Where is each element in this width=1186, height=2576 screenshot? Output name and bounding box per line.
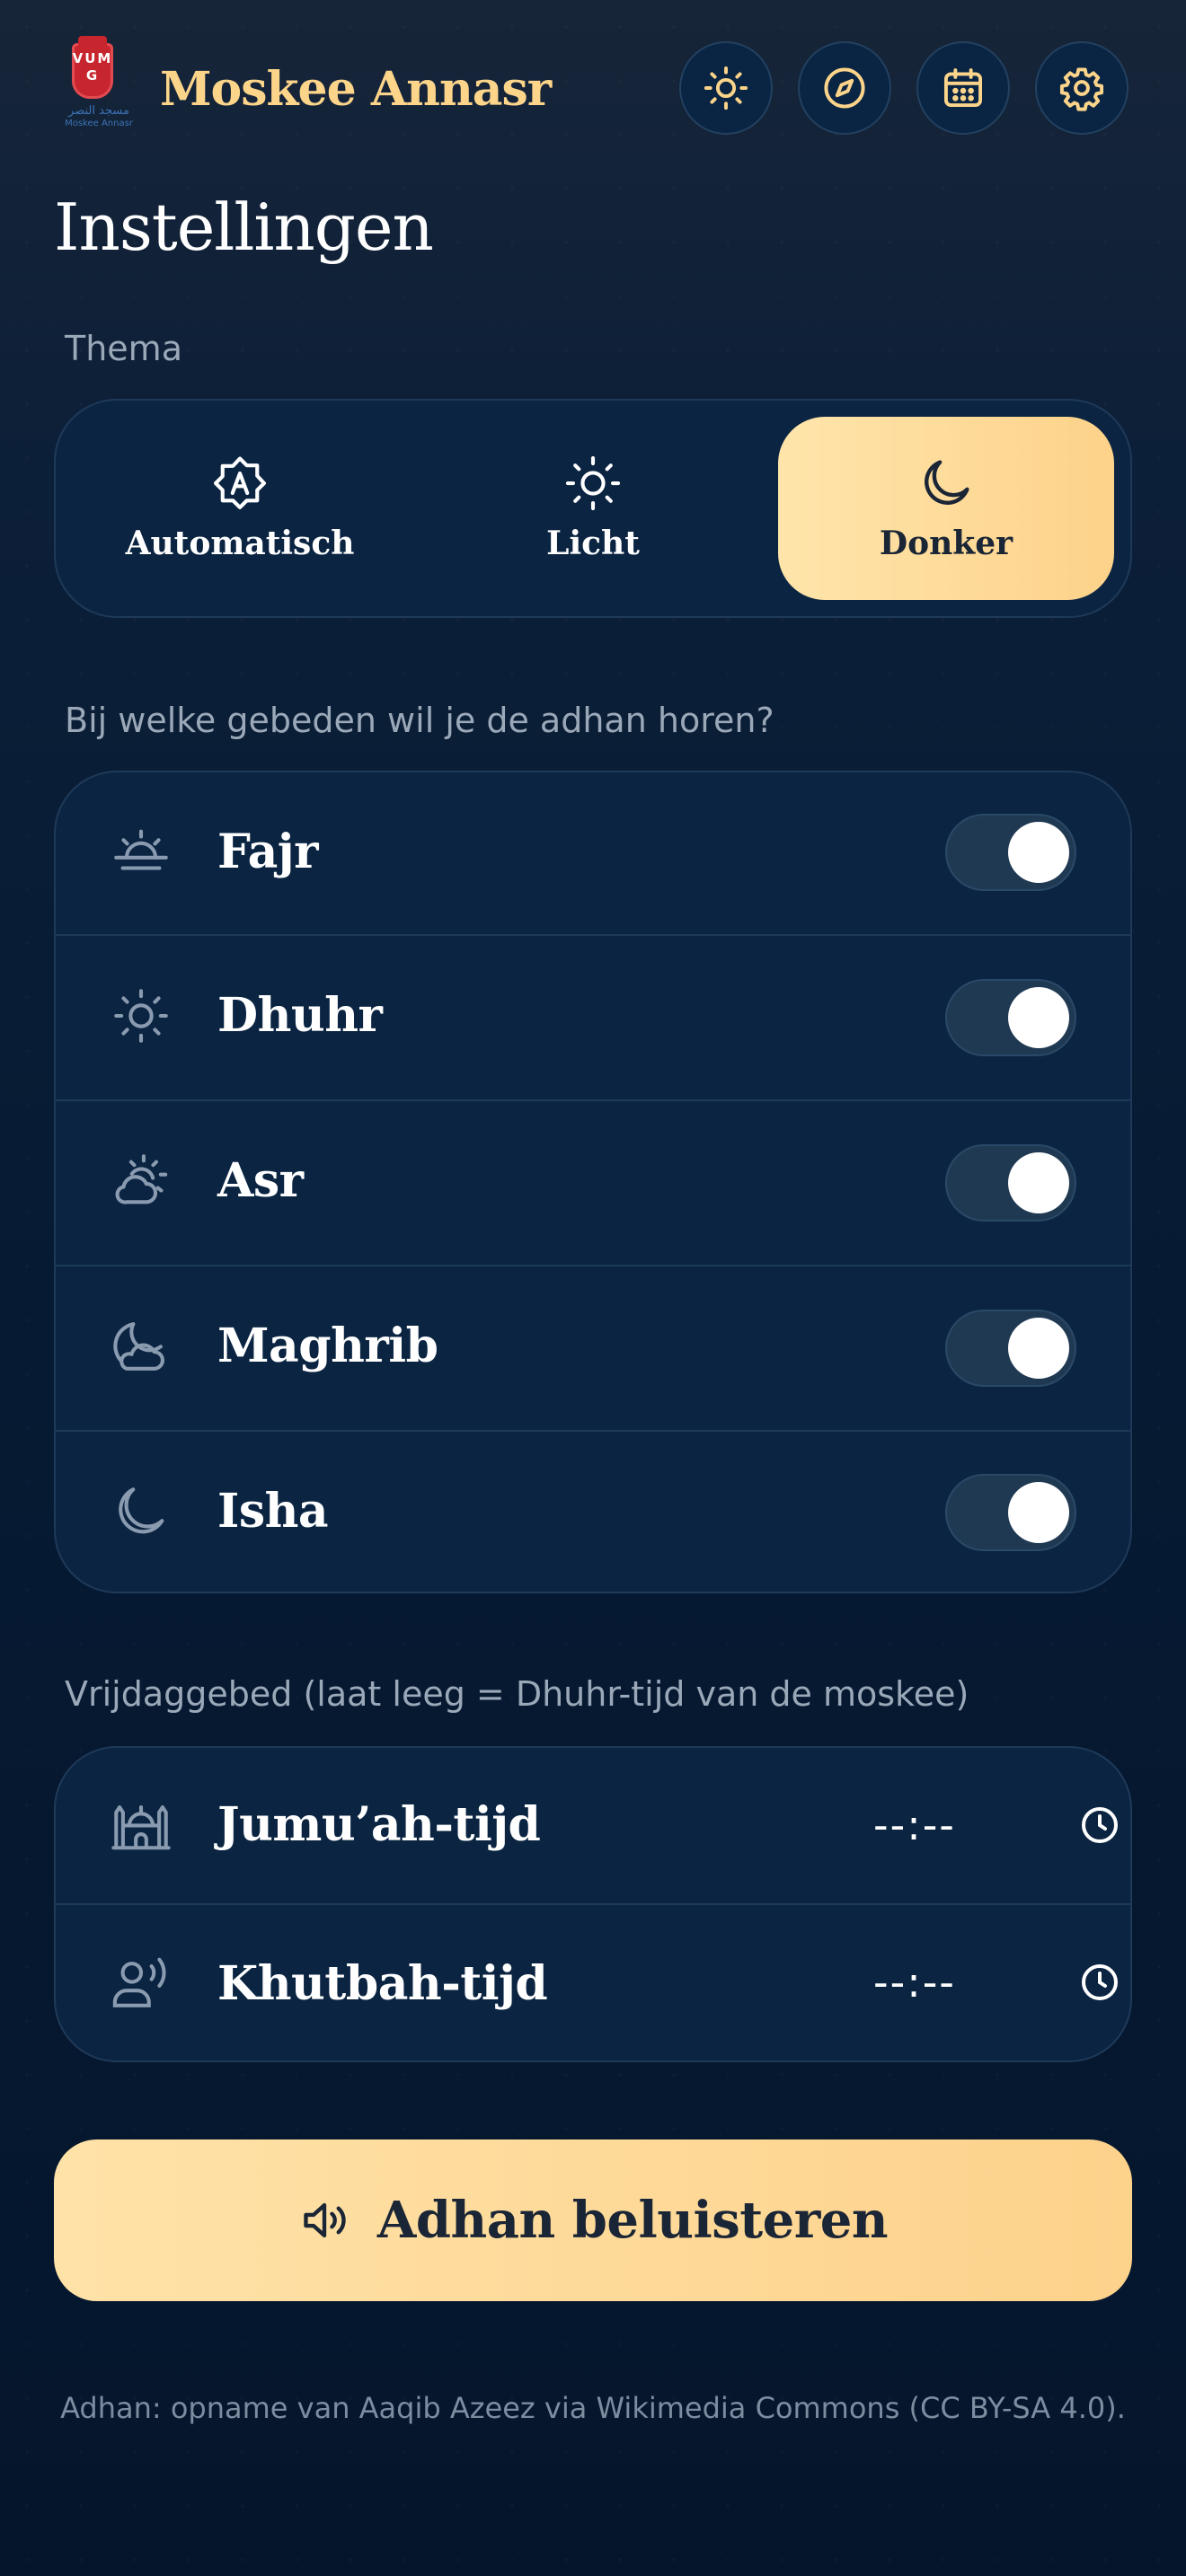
adhan-toggle-isha[interactable] xyxy=(945,1474,1076,1551)
listen-adhan-label: Adhan beluisteren xyxy=(376,2191,889,2250)
adhan-section-label: Bij welke gebeden wil je de adhan horen? xyxy=(65,701,774,740)
clock-icon xyxy=(1082,1964,1118,2000)
khutbah-time-input[interactable]: --:-- xyxy=(873,1957,956,2007)
toggle-knob xyxy=(1008,1152,1069,1213)
app-header: VUMG مسجد النصر Moskee Annasr Moskee Ann… xyxy=(54,36,1132,144)
nav-calendar-button[interactable] xyxy=(916,41,1010,135)
logo-shield: VUMG xyxy=(72,36,113,99)
prayer-name: Isha xyxy=(217,1484,329,1539)
listen-adhan-button[interactable]: Adhan beluisteren xyxy=(54,2139,1132,2301)
settings-page: VUMG مسجد النصر Moskee Annasr Moskee Ann… xyxy=(0,0,1186,2576)
prayer-name: Maghrib xyxy=(217,1319,438,1373)
friday-icon xyxy=(110,1952,173,2015)
compass-icon xyxy=(824,67,865,109)
attribution-note: Adhan: opname van Aaqib Azeez via Wikime… xyxy=(60,2391,1126,2425)
prayer-row-asr: Asr xyxy=(54,1101,1132,1265)
toggle-knob xyxy=(1008,1318,1069,1379)
jumuah-time-input[interactable]: --:-- xyxy=(873,1800,956,1850)
adhan-toggle-dhuhr[interactable] xyxy=(945,979,1076,1056)
prayer-icon xyxy=(110,1480,173,1543)
sun-icon xyxy=(704,66,748,110)
sun-icon xyxy=(565,455,621,511)
prayer-name: Asr xyxy=(217,1153,304,1208)
toggle-knob xyxy=(1008,822,1069,883)
theme-option-dark[interactable]: Donker xyxy=(778,417,1114,600)
page-title: Instellingen xyxy=(54,190,434,265)
theme-option-label: Automatisch xyxy=(125,525,355,562)
theme-section-label: Thema xyxy=(65,329,182,368)
prayer-icon xyxy=(110,984,173,1047)
sunrise-icon xyxy=(114,829,168,870)
nav-qibla-button[interactable] xyxy=(798,41,891,135)
mosque-icon xyxy=(111,1805,171,1850)
prayer-icon xyxy=(110,821,173,884)
moon-icon xyxy=(925,460,969,505)
prayer-row-dhuhr: Dhuhr xyxy=(54,936,1132,1099)
theme-option-light[interactable]: Licht xyxy=(425,417,761,600)
app-title: Moskee Annasr xyxy=(160,62,552,117)
moon-cloud-icon xyxy=(113,1322,164,1371)
khutbah-clock-button[interactable] xyxy=(1078,1961,1121,2004)
adhan-toggle-asr[interactable] xyxy=(945,1144,1076,1222)
prayer-row-maghrib: Maghrib xyxy=(54,1266,1132,1430)
logo-letters: VUMG xyxy=(72,50,113,84)
prayer-name: Fajr xyxy=(217,825,318,879)
adhan-prayer-list: Fajr Dhuhr Asr Maghrib Isha xyxy=(54,771,1132,1593)
jumuah-clock-button[interactable] xyxy=(1078,1804,1121,1847)
mosque-logo[interactable]: VUMG مسجد النصر Moskee Annasr xyxy=(54,36,144,137)
adhan-toggle-fajr[interactable] xyxy=(945,814,1076,891)
friday-times-list: Jumu’ah-tijd --:-- Khutbah-tijd --:-- xyxy=(54,1746,1132,2062)
adhan-toggle-maghrib[interactable] xyxy=(945,1310,1076,1387)
sun-cloud-icon xyxy=(115,1154,168,1204)
friday-row-jumuah: Jumu’ah-tijd --:-- xyxy=(54,1746,1132,1903)
speaker-person-icon xyxy=(112,1957,166,2007)
calendar-icon xyxy=(943,68,983,108)
friday-time-label: Jumu’ah-tijd xyxy=(217,1797,541,1852)
theme-selector: Automatisch Licht Donker xyxy=(54,399,1132,618)
prayer-row-isha: Isha xyxy=(54,1432,1132,1593)
prayer-name: Dhuhr xyxy=(217,988,383,1043)
friday-section-label: Vrijdaggebed (laat leeg = Dhuhr-tijd van… xyxy=(65,1674,969,1714)
toggle-knob xyxy=(1008,987,1069,1048)
friday-icon xyxy=(110,1793,173,1856)
logo-arabic-text: مسجد النصر xyxy=(68,104,129,118)
toggle-knob xyxy=(1008,1482,1069,1543)
auto-theme-icon xyxy=(213,456,267,510)
prayer-icon xyxy=(110,1150,173,1213)
theme-option-label: Donker xyxy=(879,525,1013,562)
moon-icon xyxy=(119,1487,164,1534)
friday-row-khutbah: Khutbah-tijd --:-- xyxy=(54,1905,1132,2062)
friday-time-label: Khutbah-tijd xyxy=(217,1956,548,2011)
nav-sun-button[interactable] xyxy=(679,41,773,135)
theme-option-label: Licht xyxy=(546,525,640,562)
sun-icon xyxy=(114,989,168,1043)
speaker-icon xyxy=(304,2202,346,2238)
prayer-row-fajr: Fajr xyxy=(54,771,1132,934)
gear-icon xyxy=(1059,67,1104,111)
nav-settings-button[interactable] xyxy=(1035,41,1128,135)
theme-option-auto[interactable]: Automatisch xyxy=(72,417,408,600)
prayer-icon xyxy=(110,1315,173,1378)
clock-icon xyxy=(1082,1807,1118,1843)
logo-sub-text: Moskee Annasr xyxy=(65,119,133,128)
